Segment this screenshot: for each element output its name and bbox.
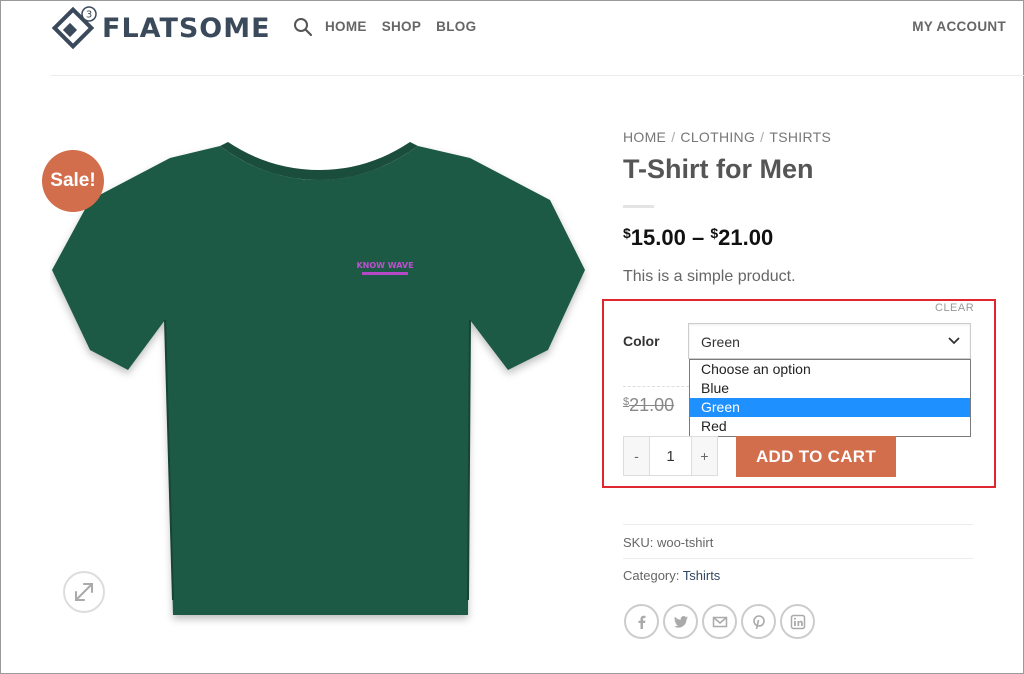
- color-dropdown-list: Choose an option Blue Green Red: [689, 359, 971, 437]
- breadcrumb: HOME / CLOTHING / TSHIRTS: [623, 129, 832, 145]
- nav-shop[interactable]: SHOP: [382, 19, 421, 34]
- linkedin-icon[interactable]: [780, 604, 815, 639]
- facebook-icon[interactable]: [624, 604, 659, 639]
- category-text: Category: Tshirts: [623, 568, 721, 583]
- add-to-cart-button[interactable]: ADD TO CART: [736, 436, 896, 477]
- zoom-button[interactable]: [63, 571, 105, 613]
- nav-home[interactable]: HOME: [325, 19, 367, 34]
- svg-text:3: 3: [86, 10, 92, 21]
- short-description: This is a simple product.: [623, 268, 796, 285]
- logo-text: FLATSOME: [102, 12, 271, 44]
- quantity-input[interactable]: 1: [649, 437, 692, 475]
- share-icons: [624, 604, 815, 639]
- qty-plus-button[interactable]: +: [692, 437, 717, 475]
- quantity-stepper: - 1 +: [623, 436, 718, 476]
- breadcrumb-tshirts[interactable]: TSHIRTS: [769, 129, 831, 145]
- variation-price-divider: [623, 386, 689, 387]
- color-label: Color: [623, 333, 660, 349]
- main-nav: HOME SHOP BLOG: [325, 19, 476, 34]
- meta-divider-top: [623, 524, 973, 525]
- old-price: $21.00: [623, 395, 675, 415]
- breadcrumb-clothing[interactable]: CLOTHING: [680, 129, 755, 145]
- sku-text: SKU: woo-tshirt: [623, 535, 714, 550]
- option-red[interactable]: Red: [690, 417, 970, 436]
- breadcrumb-home[interactable]: HOME: [623, 129, 666, 145]
- color-select[interactable]: Green: [688, 323, 971, 359]
- header-divider: [50, 75, 1024, 76]
- option-green[interactable]: Green: [690, 398, 970, 417]
- chevron-down-icon: [948, 337, 960, 345]
- expand-icon: [75, 583, 93, 601]
- category-link[interactable]: Tshirts: [683, 568, 721, 583]
- sale-badge: Sale!: [42, 150, 104, 212]
- product-image[interactable]: KNOW WAVE: [50, 140, 590, 630]
- my-account-link[interactable]: MY ACCOUNT: [912, 19, 1006, 34]
- title-divider: [623, 205, 654, 208]
- shirt-print: KNOW WAVE: [356, 261, 413, 270]
- site-header: 3 FLATSOME HOME SHOP BLOG MY ACCOUNT: [0, 0, 1024, 60]
- search-icon[interactable]: [293, 17, 313, 37]
- option-choose[interactable]: Choose an option: [690, 360, 970, 379]
- nav-blog[interactable]: BLOG: [436, 19, 476, 34]
- site-logo[interactable]: 3 FLATSOME: [52, 5, 271, 51]
- product-title: T-Shirt for Men: [623, 154, 814, 184]
- qty-minus-button[interactable]: -: [624, 437, 649, 475]
- flatsome-logo-icon: 3: [52, 6, 97, 50]
- email-icon[interactable]: [702, 604, 737, 639]
- clear-link[interactable]: CLEAR: [935, 302, 974, 314]
- meta-divider-mid: [623, 558, 973, 559]
- price-range: $15.00 – $21.00: [623, 225, 774, 250]
- color-select-value: Green: [701, 334, 740, 350]
- option-blue[interactable]: Blue: [690, 379, 970, 398]
- twitter-icon[interactable]: [663, 604, 698, 639]
- pinterest-icon[interactable]: [741, 604, 776, 639]
